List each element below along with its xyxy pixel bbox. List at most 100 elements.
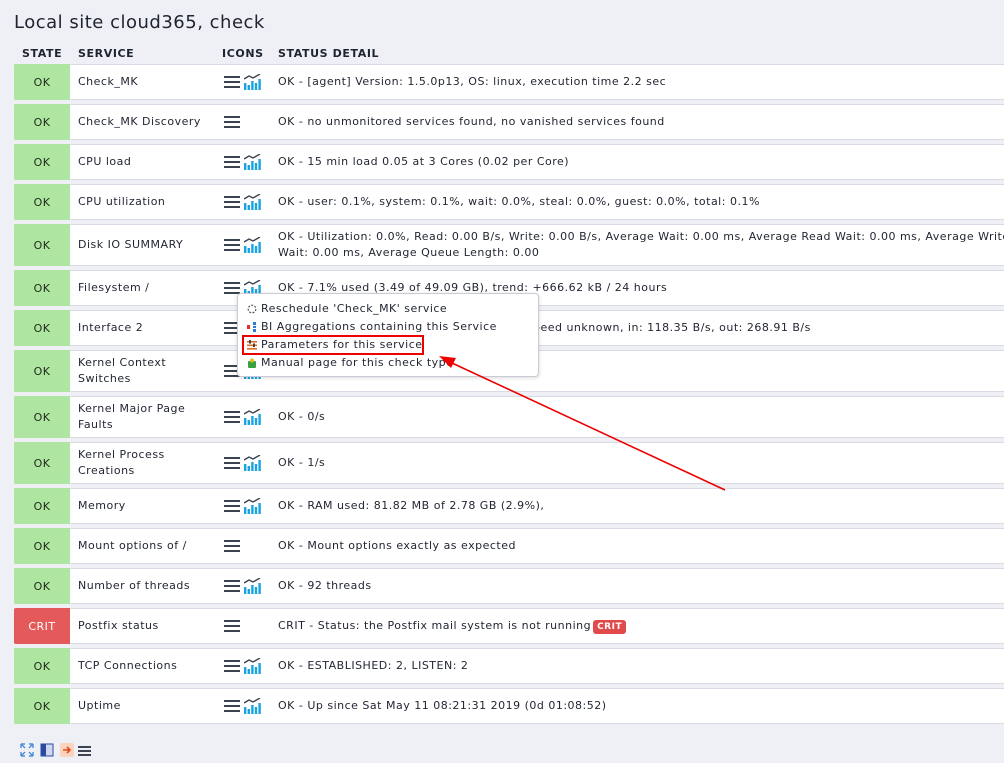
- manual-page-icon: [248, 358, 256, 368]
- service-name[interactable]: Disk IO SUMMARY: [78, 237, 206, 253]
- service-name[interactable]: TCP Connections: [78, 658, 206, 674]
- table-row: OK Uptime OK - Up since Sat May 11 08:21:…: [14, 688, 1004, 724]
- action-menu-icon[interactable]: [224, 500, 240, 512]
- state-badge: OK: [14, 528, 70, 564]
- menu-icon[interactable]: [78, 743, 92, 762]
- graph-icon[interactable]: [244, 698, 261, 714]
- reschedule-icon: [247, 304, 257, 314]
- status-detail: OK - RAM used: 81.82 MB of 2.78 GB (2.9%…: [278, 498, 1004, 514]
- status-detail-text: CRIT - Status: the Postfix mail system i…: [278, 619, 592, 632]
- service-name[interactable]: Check_MK Discovery: [78, 114, 206, 130]
- state-badge: OK: [14, 144, 70, 180]
- table-row: OK Memory OK - RAM used: 81.82 MB of 2.78…: [14, 488, 1004, 524]
- status-detail-text: OK - 92 threads: [278, 579, 372, 592]
- table-row: OK Check_MK OK - [agent] Version: 1.5.0p1…: [14, 64, 1004, 100]
- service-name[interactable]: Memory: [78, 498, 206, 514]
- table-row: OK Kernel Major Page Faults OK - 0/s: [14, 396, 1004, 438]
- state-badge: OK: [14, 396, 70, 438]
- menu-item-bi-aggregations[interactable]: BI Aggregations containing this Service: [247, 319, 497, 335]
- table-row: OK Mount options of / OK - Mount options e…: [14, 528, 1004, 564]
- action-menu-icon[interactable]: [224, 540, 240, 552]
- service-name[interactable]: Postfix status: [78, 618, 206, 634]
- bi-aggregation-icon: [247, 322, 256, 332]
- service-name[interactable]: Kernel Process Creations: [78, 447, 206, 479]
- state-badge: OK: [14, 184, 70, 220]
- action-menu-icon[interactable]: [224, 620, 240, 632]
- graph-icon[interactable]: [244, 74, 261, 90]
- action-menu-icon[interactable]: [224, 239, 240, 251]
- service-name[interactable]: Kernel Major Page Faults: [78, 401, 206, 433]
- state-badge: OK: [14, 104, 70, 140]
- status-detail-text: OK - ESTABLISHED: 2, LISTEN: 2: [278, 659, 469, 672]
- action-menu-icon[interactable]: [224, 700, 240, 712]
- state-badge: OK: [14, 488, 70, 524]
- action-menu-icon[interactable]: [224, 457, 240, 469]
- layout-icon[interactable]: [40, 742, 54, 761]
- status-detail-text: OK - Mount options exactly as expected: [278, 539, 516, 552]
- status-detail: OK - user: 0.1%, system: 0.1%, wait: 0.0…: [278, 194, 1004, 210]
- service-name[interactable]: CPU load: [78, 154, 206, 170]
- export-icon[interactable]: [60, 742, 74, 761]
- status-detail: OK - Mount options exactly as expected: [278, 538, 1004, 554]
- action-menu-icon[interactable]: [224, 76, 240, 88]
- status-detail: OK - ESTABLISHED: 2, LISTEN: 2: [278, 658, 1004, 674]
- status-detail: OK - 92 threads: [278, 578, 1004, 594]
- service-name[interactable]: Kernel Context Switches: [78, 355, 206, 387]
- graph-icon[interactable]: [244, 498, 261, 514]
- graph-icon[interactable]: [244, 154, 261, 170]
- menu-item-label: Manual page for this check type: [261, 356, 454, 369]
- header-status-detail[interactable]: STATUS DETAIL: [278, 47, 379, 60]
- header-service[interactable]: SERVICE: [78, 47, 134, 60]
- status-detail: OK - Up since Sat May 11 08:21:31 2019 (…: [278, 698, 1004, 714]
- status-detail-text: OK - Up since Sat May 11 08:21:31 2019 (…: [278, 699, 607, 712]
- graph-icon[interactable]: [244, 194, 261, 210]
- state-badge: OK: [14, 568, 70, 604]
- graph-icon[interactable]: [244, 578, 261, 594]
- state-badge: OK: [14, 310, 70, 346]
- status-detail: OK - [agent] Version: 1.5.0p13, OS: linu…: [278, 74, 1004, 90]
- status-detail-text: OK - 1/s: [278, 456, 326, 469]
- state-badge: OK: [14, 350, 70, 392]
- menu-item-reschedule[interactable]: Reschedule 'Check_MK' service: [247, 301, 447, 317]
- service-name[interactable]: Check_MK: [78, 74, 206, 90]
- fullscreen-icon[interactable]: [20, 742, 34, 761]
- graph-icon[interactable]: [244, 237, 261, 253]
- service-name[interactable]: Interface 2: [78, 320, 206, 336]
- status-detail-text: OK - Utilization: 0.0%, Read: 0.00 B/s, …: [278, 230, 1004, 259]
- status-detail-text: OK - 15 min load 0.05 at 3 Cores (0.02 p…: [278, 155, 570, 168]
- state-badge: OK: [14, 648, 70, 684]
- state-badge: OK: [14, 442, 70, 484]
- service-name[interactable]: Number of threads: [78, 578, 206, 594]
- status-detail: OK - 0/s: [278, 409, 1004, 425]
- service-name[interactable]: Filesystem /: [78, 280, 206, 296]
- table-row: OK CPU utilization OK - user: 0.1%, syste…: [14, 184, 1004, 220]
- graph-icon[interactable]: [244, 455, 261, 471]
- graph-icon[interactable]: [244, 658, 261, 674]
- table-row: OK CPU load OK - 15 min load 0.05 at 3 Co…: [14, 144, 1004, 180]
- status-detail: OK - Utilization: 0.0%, Read: 0.00 B/s, …: [278, 229, 1004, 261]
- menu-item-manual-page[interactable]: Manual page for this check type: [247, 355, 453, 371]
- action-menu-icon[interactable]: [224, 580, 240, 592]
- header-state[interactable]: STATE: [22, 47, 62, 60]
- action-menu-icon[interactable]: [224, 660, 240, 672]
- table-row: OK Check_MK Discovery OK - no unmonitored …: [14, 104, 1004, 140]
- status-detail-text: OK - no unmonitored services found, no v…: [278, 115, 665, 128]
- action-menu-icon[interactable]: [224, 411, 240, 423]
- state-badge: OK: [14, 688, 70, 724]
- state-badge: OK: [14, 64, 70, 100]
- status-detail: CRIT - Status: the Postfix mail system i…: [278, 618, 1004, 634]
- graph-icon[interactable]: [244, 409, 261, 425]
- action-menu-icon[interactable]: [224, 282, 240, 294]
- service-name[interactable]: Mount options of /: [78, 538, 206, 554]
- table-row: CRIT Postfix status CRIT - Status: the Pos…: [14, 608, 1004, 644]
- action-menu-icon[interactable]: [224, 156, 240, 168]
- menu-item-label: BI Aggregations containing this Service: [261, 320, 497, 333]
- service-name[interactable]: CPU utilization: [78, 194, 206, 210]
- status-detail: OK - 1/s: [278, 455, 1004, 471]
- action-menu-icon[interactable]: [224, 196, 240, 208]
- table-row: OK Disk IO SUMMARY OK - Utilization: 0.0%…: [14, 224, 1004, 266]
- status-detail-text: OK - user: 0.1%, system: 0.1%, wait: 0.0…: [278, 195, 760, 208]
- action-menu-icon[interactable]: [224, 116, 240, 128]
- crit-badge: CRIT: [593, 620, 627, 634]
- service-name[interactable]: Uptime: [78, 698, 206, 714]
